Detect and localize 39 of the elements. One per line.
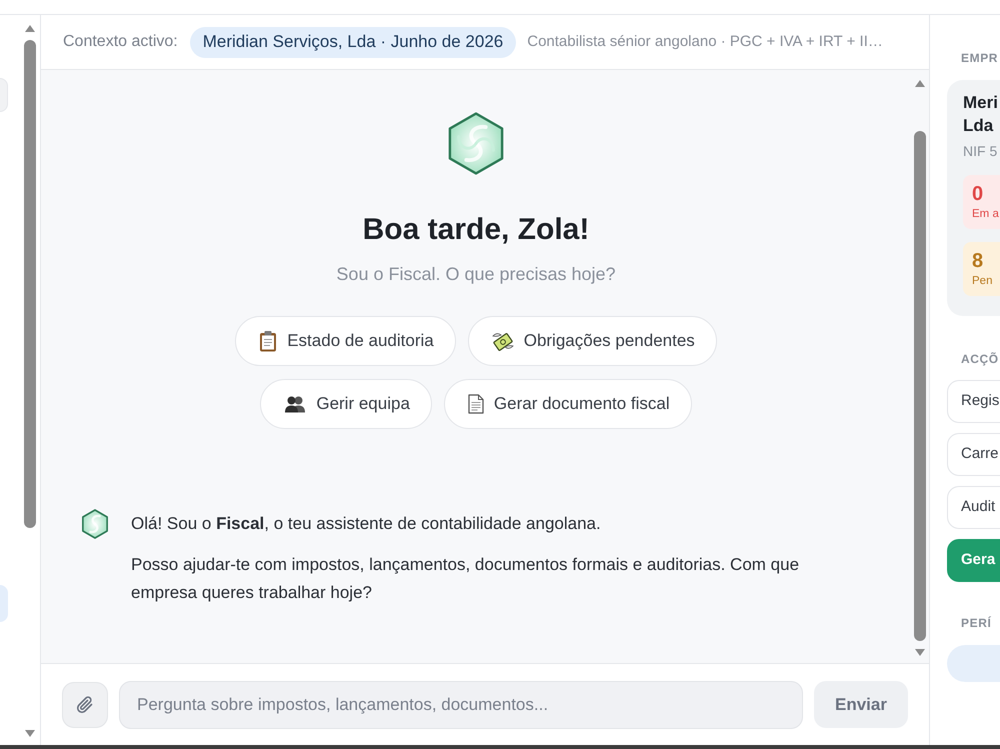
suggestion-chip[interactable]: Gerir equipa <box>260 379 432 429</box>
stat-label: Pen <box>972 274 994 289</box>
message-text: Olá! Sou o Fiscal, o teu assistente de contabilidade angolana. <box>131 513 602 535</box>
clipboard-icon <box>259 330 278 352</box>
context-label: Contexto activo: <box>63 32 178 52</box>
people-icon <box>284 395 306 413</box>
scroll-down-icon[interactable] <box>25 730 35 737</box>
flying-money-icon <box>492 331 514 351</box>
stat-label: Em a <box>972 207 1000 222</box>
message-input[interactable]: Pergunta sobre impostos, lançamentos, documentos... <box>119 680 803 728</box>
document-icon <box>468 394 484 414</box>
suggestion-chip[interactable]: Gerar documento fiscal <box>444 379 692 429</box>
company-name: Meri <box>963 92 999 114</box>
company-name: Lda <box>963 115 994 137</box>
suggestion-chip[interactable]: Obrigações pendentes <box>468 316 717 366</box>
stat-value: 0 <box>972 182 984 206</box>
suggestion-chip[interactable]: Estado de auditoria <box>235 316 456 366</box>
assistant-avatar-icon <box>81 508 109 540</box>
action-button[interactable]: Carre <box>947 433 1000 476</box>
greeting-subtitle: Sou o Fiscal. O que precisas hoje? <box>336 263 616 286</box>
scroll-up-icon[interactable] <box>915 80 925 87</box>
stat-value: 8 <box>972 249 984 273</box>
scroll-down-icon[interactable] <box>915 649 925 656</box>
scroll-up-icon[interactable] <box>25 25 35 32</box>
paperclip-icon <box>75 694 95 714</box>
section-heading: ACÇÕ <box>960 351 1000 367</box>
context-chip: Meridian Serviços, Lda · Junho de 2026 <box>190 26 516 58</box>
assistant-description: Contabilista sénior angolano · PGC + IVA + IRT + II… <box>527 32 883 52</box>
section-heading: EMPR <box>960 50 1000 66</box>
greeting-title: Boa tarde, Zola! <box>362 212 590 248</box>
action-button[interactable]: Regis <box>947 380 1000 423</box>
message-text: Posso ajudar-te com impostos, lançamentos, documentos formais e auditorias. Com que empresa queres trabalhar hoje? <box>131 554 800 604</box>
logo-icon <box>447 111 505 176</box>
scrollbar-thumb[interactable] <box>24 40 36 528</box>
scrollbar-thumb[interactable] <box>914 131 926 641</box>
action-button[interactable]: Audit <box>947 486 1000 529</box>
attach-button[interactable] <box>62 682 108 728</box>
section-heading: PERÍ <box>960 615 992 631</box>
nif-text: NIF 5 <box>963 142 998 161</box>
